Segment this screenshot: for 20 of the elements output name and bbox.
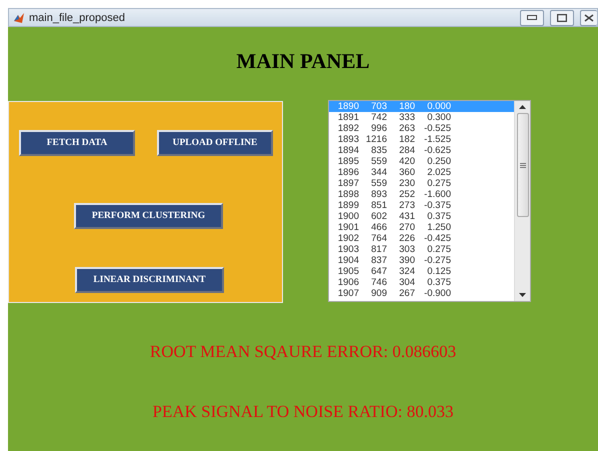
scroll-up-icon[interactable] [519,105,526,109]
fetch-data-button[interactable]: FETCH DATA [19,130,135,156]
scrollbar[interactable] [514,101,530,301]
app-logo-icon [13,12,25,24]
data-listbox[interactable] [328,100,531,302]
close-button[interactable] [580,10,597,26]
psnr-result: PEAK SIGNAL TO NOISE RATIO: 80.033 [152,402,454,422]
scroll-down-icon[interactable] [519,293,526,297]
minimize-button[interactable] [520,10,544,26]
perform-clustering-button[interactable]: PERFORM CLUSTERING [74,203,223,230]
main-heading: MAIN PANEL [236,49,370,74]
linear-discriminant-button[interactable]: LINEAR DISCRIMINANT [75,266,224,293]
minimize-icon [527,15,537,20]
upload-offline-button[interactable]: UPLOAD OFFLINE [157,130,273,156]
maximize-button[interactable] [550,10,574,26]
window-title: main_file_proposed [29,12,126,24]
maximize-icon [557,14,567,22]
close-icon [584,14,594,22]
scroll-thumb[interactable] [516,113,528,217]
rmse-result: ROOT MEAN SQAURE ERROR: 0.086603 [150,342,456,362]
